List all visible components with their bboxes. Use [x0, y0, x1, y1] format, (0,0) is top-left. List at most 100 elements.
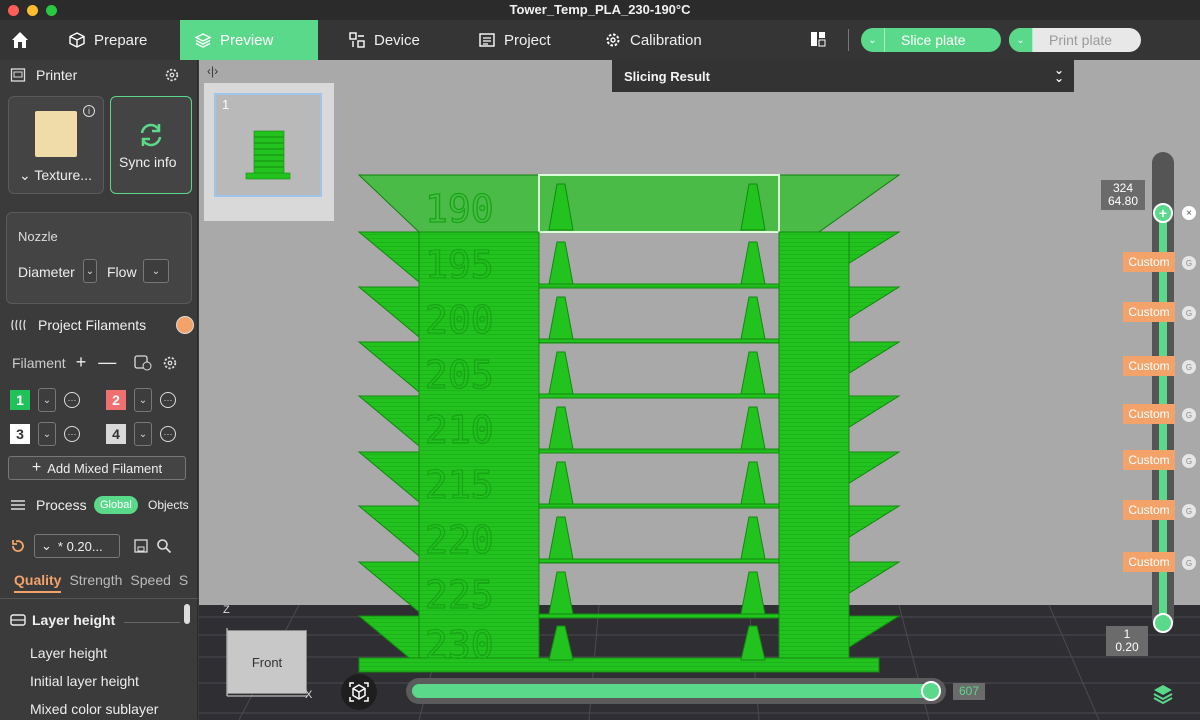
gcode-marker-icon[interactable]: G — [1182, 256, 1196, 270]
filament-slot-2[interactable]: 2 ⌄ ··· — [106, 388, 176, 412]
tower-temp-label: 205 — [425, 353, 494, 397]
zoom-window-button[interactable] — [46, 5, 57, 16]
more-options-icon[interactable]: ··· — [64, 392, 80, 408]
tab-calibration[interactable]: Calibration — [590, 20, 730, 60]
custom-gcode-tag[interactable]: Custom — [1123, 404, 1175, 424]
filament-slot-1[interactable]: 1 ⌄ ··· — [10, 388, 80, 412]
tower-temp-label: 200 — [425, 298, 494, 342]
tab-speed[interactable]: Speed — [130, 572, 170, 593]
gear-icon[interactable] — [162, 355, 178, 371]
gear-icon[interactable] — [164, 67, 180, 83]
sync-info-label: Sync info — [119, 154, 177, 170]
printer-section-header: Printer — [0, 60, 198, 90]
param-initial-layer-height[interactable]: Initial layer height — [30, 673, 139, 689]
thumbnail-model — [245, 130, 291, 180]
texture-dropdown[interactable]: ⌄ Texture... — [19, 167, 92, 184]
print-plate-button[interactable]: ⌄ Print plate — [1009, 28, 1141, 52]
tab-prepare-label: Prepare — [94, 31, 148, 49]
save-icon[interactable] — [134, 539, 148, 553]
plate-thumbnail[interactable]: 1 — [214, 93, 322, 197]
flow-dropdown[interactable]: ⌄ — [143, 259, 169, 283]
left-sidebar: Printer i ⌄ Texture... Sync info Nozzle … — [0, 60, 198, 720]
chevron-down-icon[interactable]: ⌄ — [1009, 28, 1033, 52]
bottom-layer-height: 0.20 — [1115, 640, 1139, 654]
camera-icon — [349, 682, 369, 702]
custom-gcode-tag[interactable]: Custom — [1123, 450, 1175, 470]
bottom-layer-handle[interactable] — [1153, 613, 1173, 633]
custom-gcode-tag[interactable]: Custom — [1123, 302, 1175, 322]
info-icon[interactable]: i — [83, 105, 95, 117]
tab-prepare[interactable]: Prepare — [54, 20, 180, 60]
top-layer-handle[interactable]: + — [1153, 203, 1173, 223]
plate-texture-card[interactable]: i ⌄ Texture... — [8, 96, 104, 194]
global-toggle[interactable]: Global — [94, 496, 138, 514]
layout-toggle-button[interactable] — [810, 31, 828, 49]
diameter-label: Diameter — [18, 264, 75, 280]
slice-plate-button[interactable]: ⌄ Slice plate — [861, 28, 1001, 52]
filament-dropdown[interactable]: ⌄ — [134, 422, 152, 446]
device-icon — [349, 32, 365, 48]
more-options-icon[interactable]: ··· — [64, 426, 80, 442]
section-rule — [124, 622, 180, 623]
more-options-icon[interactable]: ··· — [160, 426, 176, 442]
add-mixed-filament-button[interactable]: + Add Mixed Filament — [8, 456, 186, 480]
close-icon[interactable]: × — [1182, 206, 1196, 220]
gcode-marker-icon[interactable]: G — [1182, 408, 1196, 422]
diameter-dropdown[interactable]: ⌄ — [83, 259, 97, 283]
tab-device-label: Device — [374, 31, 420, 49]
plate-texture-icon — [35, 111, 77, 157]
filament-spool-icon — [11, 319, 26, 331]
minimize-window-button[interactable] — [27, 5, 38, 16]
sidebar-scrollbar[interactable] — [184, 604, 190, 624]
collapse-sidebar-icon[interactable]: ‹|› — [207, 64, 218, 78]
custom-gcode-tag[interactable]: Custom — [1123, 356, 1175, 376]
more-options-icon[interactable]: ··· — [160, 392, 176, 408]
param-mixed-color-sublayer[interactable]: Mixed color sublayer — [30, 701, 158, 717]
filament-sync-icon[interactable] — [134, 354, 152, 371]
param-layer-height[interactable]: Layer height — [30, 645, 107, 661]
custom-gcode-tag[interactable]: Custom — [1123, 500, 1175, 520]
add-filament-icon[interactable]: + — [76, 352, 87, 373]
tab-preview[interactable]: Preview — [180, 20, 318, 60]
camera-view-button[interactable] — [341, 674, 377, 710]
layers-view-button[interactable] — [1151, 682, 1175, 706]
custom-gcode-tag[interactable]: Custom — [1123, 252, 1175, 272]
filament-toggle-icon[interactable] — [176, 316, 194, 334]
move-value: 607 — [953, 683, 985, 700]
chevron-double-down-icon[interactable]: ⌄ ⌄ — [1054, 64, 1064, 84]
filament-label: Filament — [12, 354, 66, 371]
gcode-marker-icon[interactable]: G — [1182, 556, 1196, 570]
tab-preview-label: Preview — [220, 31, 274, 49]
move-slider-handle[interactable] — [921, 681, 941, 701]
filament-slot-4[interactable]: 4 ⌄ ··· — [106, 422, 176, 446]
custom-gcode-tag[interactable]: Custom — [1123, 552, 1175, 572]
objects-toggle[interactable]: Objects — [148, 498, 189, 512]
slicing-result-panel[interactable]: Slicing Result ⌄ ⌄ — [612, 60, 1074, 92]
add-mixed-filament-label: Add Mixed Filament — [47, 460, 163, 476]
process-preset-dropdown[interactable]: ⌄ * 0.20... — [34, 534, 120, 558]
home-icon — [12, 32, 28, 48]
filament-slot-3[interactable]: 3 ⌄ ··· — [10, 422, 80, 446]
gcode-marker-icon[interactable]: G — [1182, 454, 1196, 468]
filament-dropdown[interactable]: ⌄ — [38, 388, 56, 412]
reset-icon[interactable] — [10, 538, 26, 554]
filament-dropdown[interactable]: ⌄ — [134, 388, 152, 412]
close-window-button[interactable] — [8, 5, 19, 16]
home-button[interactable] — [0, 20, 40, 60]
print-plate-label: Print plate — [1049, 32, 1113, 48]
tab-device[interactable]: Device — [334, 20, 454, 60]
tab-strength[interactable]: Strength — [69, 572, 122, 593]
gcode-marker-icon[interactable]: G — [1182, 360, 1196, 374]
tab-support[interactable]: S — [179, 572, 188, 593]
3d-viewport[interactable]: ‹|› 1 Slicing Result ⌄ ⌄ 190 195 200 205… — [199, 60, 1200, 720]
tab-quality[interactable]: Quality — [14, 572, 62, 593]
filament-dropdown[interactable]: ⌄ — [38, 422, 56, 446]
chevron-down-icon[interactable]: ⌄ — [861, 28, 885, 52]
sync-info-button[interactable]: Sync info — [110, 96, 192, 194]
remove-filament-icon[interactable]: — — [98, 352, 116, 373]
title-bar: Tower_Temp_PLA_230-190°C — [0, 0, 1200, 20]
search-icon[interactable] — [156, 538, 172, 554]
gcode-marker-icon[interactable]: G — [1182, 306, 1196, 320]
gcode-marker-icon[interactable]: G — [1182, 504, 1196, 518]
tab-project[interactable]: Project — [464, 20, 586, 60]
